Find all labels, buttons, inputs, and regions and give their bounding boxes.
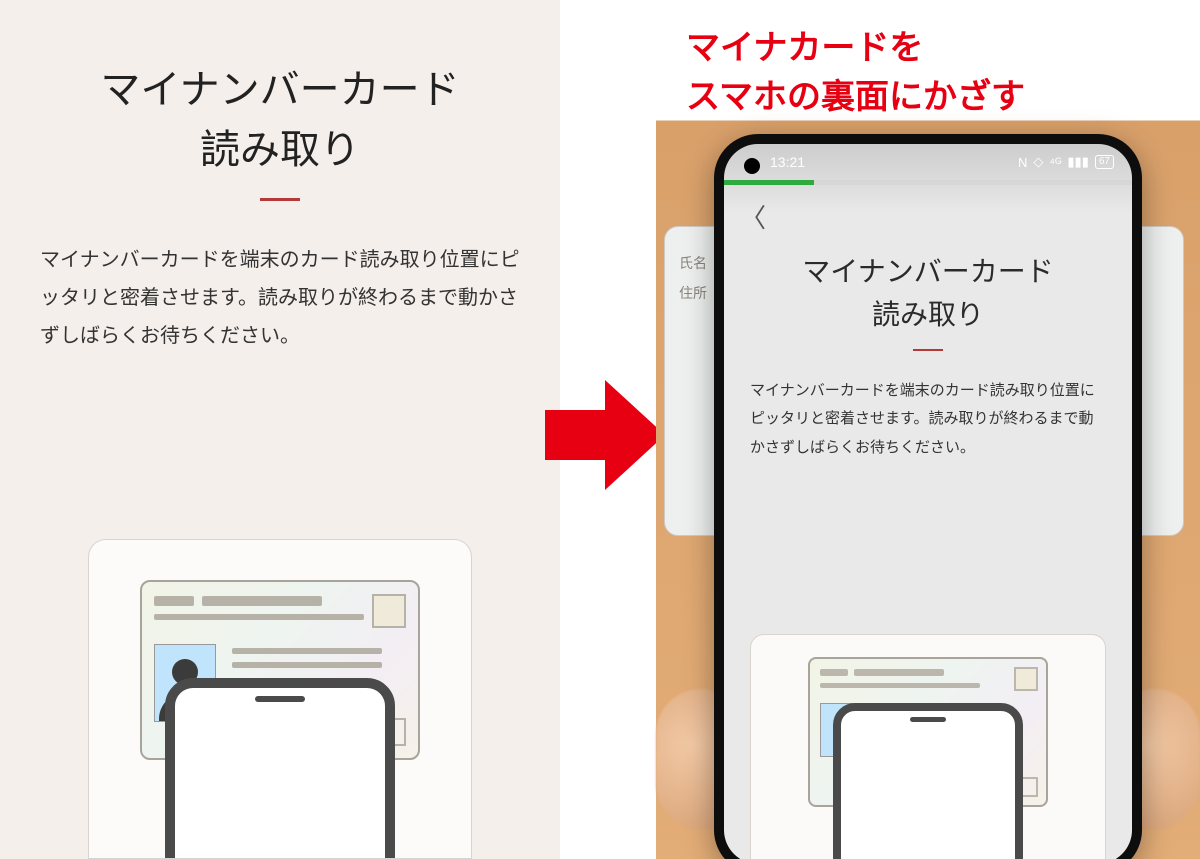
instruction-composite: マイナンバーカード 読み取り マイナンバーカードを端末のカード読み取り位置にピッ… [0, 0, 1200, 859]
app-title-underline [913, 349, 943, 351]
signal-icon: ▮▮▮ [1067, 154, 1088, 170]
card-name-label: 氏名 [679, 253, 707, 273]
back-button[interactable]: 〈 [740, 198, 766, 235]
progress-fill [724, 180, 814, 185]
title-line2: 読み取り [200, 128, 360, 172]
physical-phone: 13:21 N ◇ ⁴ᴳ ▮▮▮ 67 〈 マイナンバーカード [714, 134, 1142, 859]
card-addr-label: 住所 [679, 283, 707, 303]
progress-bar [724, 180, 1132, 185]
camera-punch-hole [744, 158, 760, 174]
nfc-illustration [88, 539, 472, 859]
instruction-caption: マイナカードを スマホの裏面にかざす [686, 24, 1025, 123]
network-icon: ⁴ᴳ [1049, 155, 1061, 170]
app-title: マイナンバーカード 読み取り [750, 250, 1106, 337]
status-bar: 13:21 N ◇ ⁴ᴳ ▮▮▮ 67 [724, 144, 1132, 180]
app-nfc-illustration [750, 634, 1106, 859]
title-line1: マイナンバーカード [100, 68, 459, 112]
battery-indicator: 67 [1095, 155, 1114, 169]
screen-title: マイナンバーカード 読み取り [40, 60, 520, 180]
title-underline [260, 198, 300, 201]
app-content: マイナンバーカード 読み取り マイナンバーカードを端末のカード読み取り位置にピッ… [724, 192, 1132, 859]
app-screen-left: マイナンバーカード 読み取り マイナンバーカードを端末のカード読み取り位置にピッ… [0, 0, 560, 859]
phone-outline-icon [165, 678, 395, 859]
status-time: 13:21 [770, 154, 805, 170]
screen-description: マイナンバーカードを端末のカード読み取り位置にピッタリと密着させます。読み取りが… [40, 241, 520, 355]
photo-panel: マイナカードを スマホの裏面にかざす 氏名 住所 13:21 N ◇ ⁴ᴳ ▮▮… [656, 0, 1200, 859]
phone-screen: 13:21 N ◇ ⁴ᴳ ▮▮▮ 67 〈 マイナンバーカード [724, 144, 1132, 859]
nfc-icon: N [1018, 155, 1027, 170]
mini-phone-icon [833, 703, 1023, 859]
vibrate-icon: ◇ [1033, 154, 1043, 170]
arrow-right-icon [545, 380, 665, 490]
app-description: マイナンバーカードを端末のカード読み取り位置にピッタリと密着させます。読み取りが… [750, 377, 1106, 463]
